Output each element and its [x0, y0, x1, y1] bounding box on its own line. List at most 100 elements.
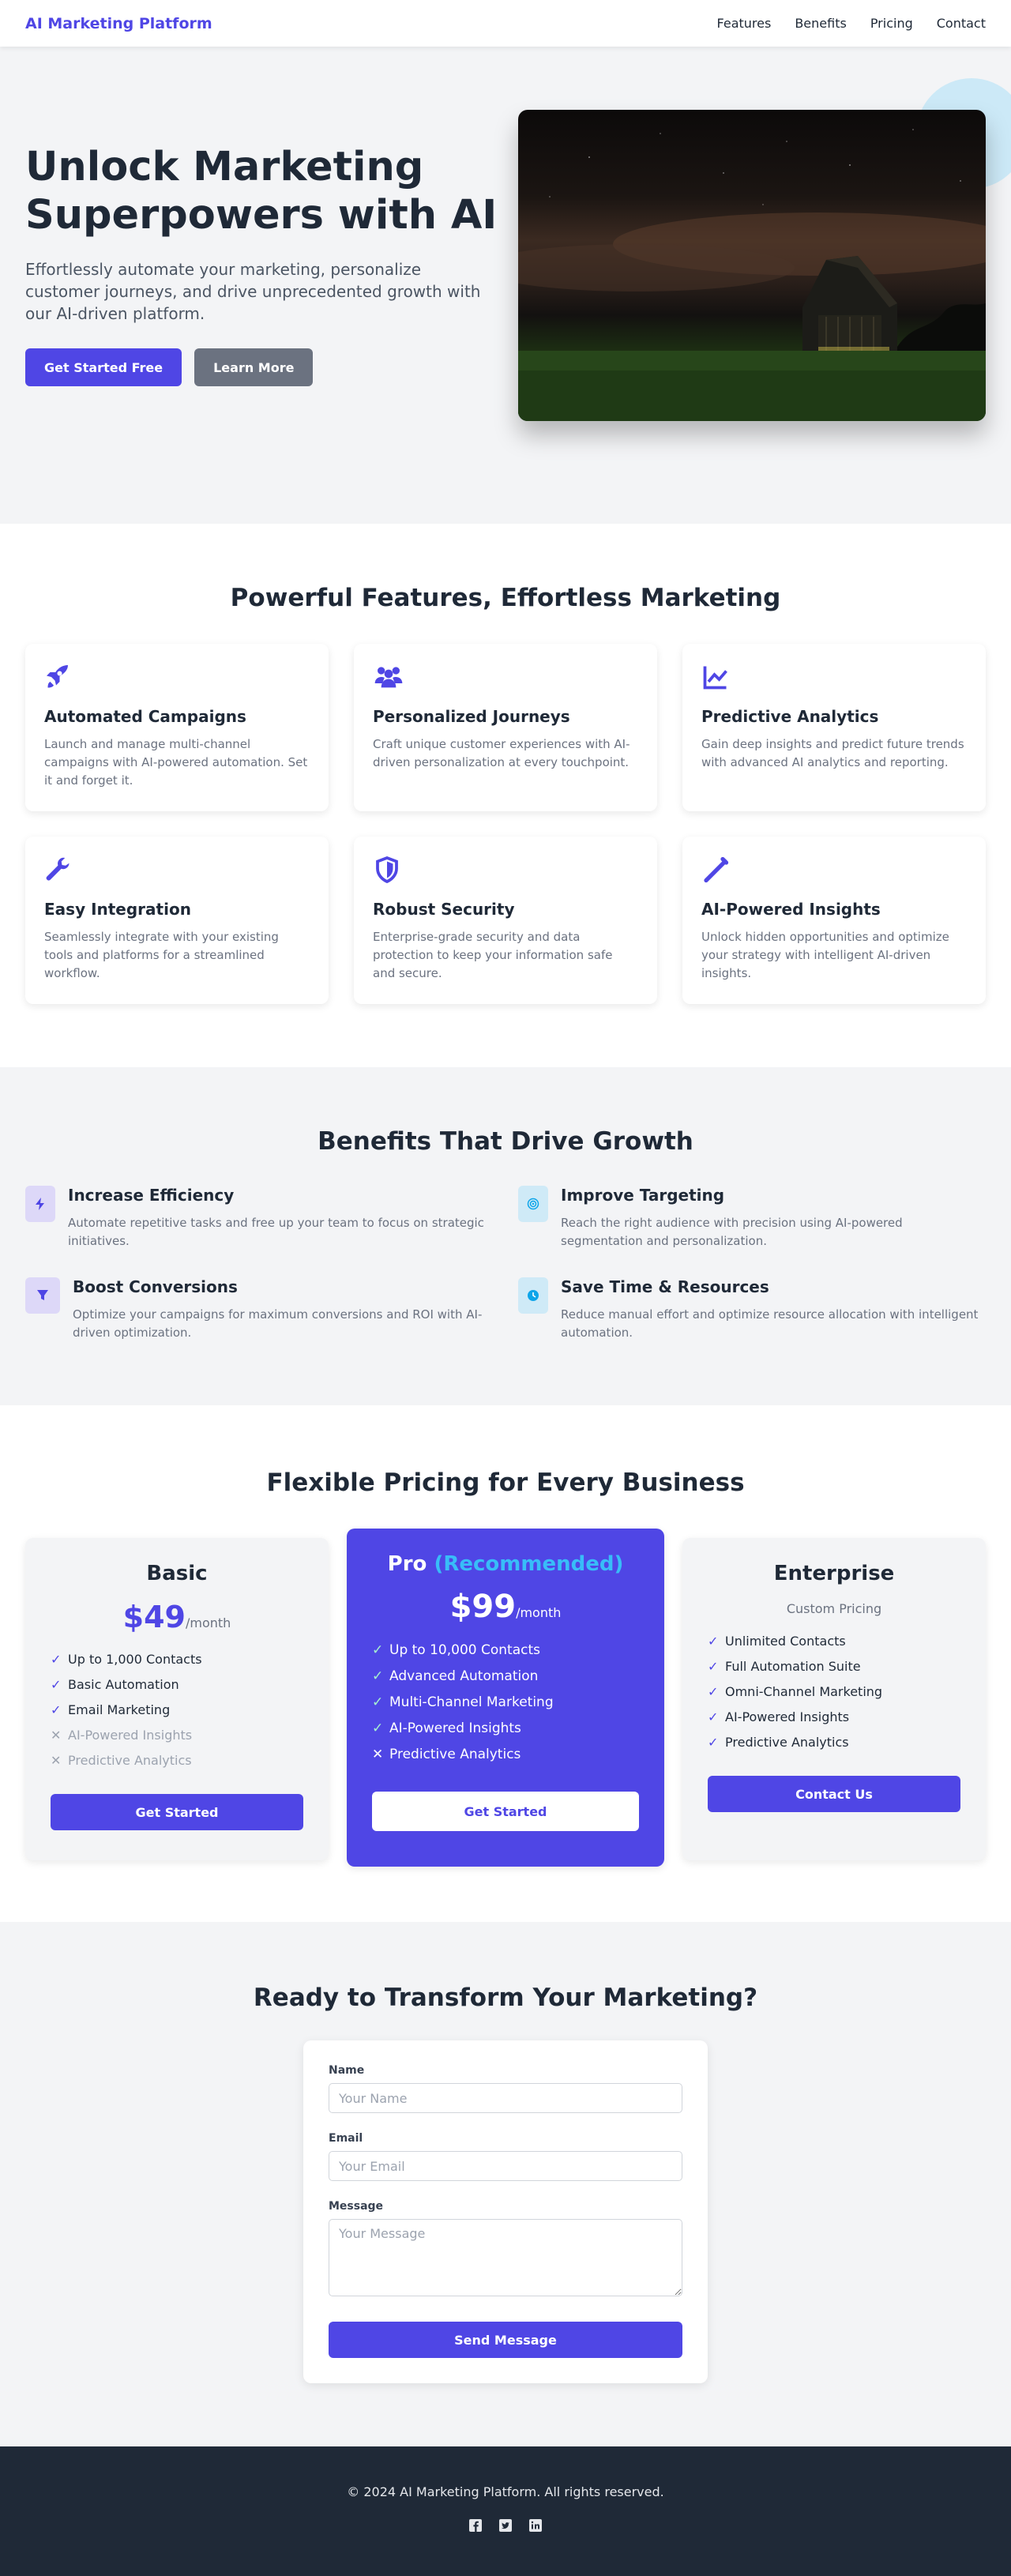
benefit-title: Increase Efficiency [68, 1186, 235, 1205]
nav-link-features[interactable]: Features [717, 16, 772, 31]
contact-title: Ready to Transform Your Marketing? [253, 1984, 758, 2012]
name-label: Name [329, 2064, 365, 2077]
feature-title: Predictive Analytics [701, 707, 879, 726]
contact-section: Ready to Transform Your Marketing? Name … [0, 1922, 1011, 2446]
bolt-icon [25, 1186, 55, 1222]
hero-section: Unlock Marketing Superpowers with AI Eff… [0, 47, 1011, 524]
custom-pricing-text: Custom Pricing [786, 1601, 882, 1616]
pricing-title: Flexible Pricing for Every Business [266, 1469, 745, 1497]
check-icon: ✓ [708, 1659, 719, 1674]
footer: © 2024 AI Marketing Platform. All rights… [0, 2446, 1011, 2576]
x-icon: ✕ [372, 1747, 384, 1762]
plan-feature: ✕ Predictive Analytics [372, 1747, 521, 1762]
feature-card: Robust Security Enterprise-grade securit… [354, 837, 657, 1004]
pricing-section: Flexible Pricing for Every Business Basi… [0, 1405, 1011, 1922]
benefits-title: Benefits That Drive Growth [318, 1127, 693, 1156]
plan-feature: ✕ AI-Powered Insights [51, 1728, 193, 1743]
plan-price: $99/month [449, 1589, 562, 1625]
feature-text: Enterprise-grade security and data prote… [373, 930, 613, 980]
pricing-grid: Basic $49/month ✓ Up to 1,000 Contacts ✓ B… [25, 1529, 986, 1867]
email-label: Email [329, 2132, 363, 2145]
feature-text: Unlock hidden opportunities and optimize… [701, 930, 949, 980]
benefit-item: Improve Targeting Reach the right audien… [518, 1186, 986, 1250]
brand-logo[interactable]: AI Marketing Platform [25, 15, 212, 32]
pricing-card-basic: Basic $49/month ✓ Up to 1,000 Contacts ✓ B… [25, 1538, 329, 1860]
nav-link-benefits[interactable]: Benefits [795, 16, 847, 31]
benefit-title: Boost Conversions [73, 1277, 238, 1296]
email-input[interactable] [329, 2151, 682, 2181]
check-icon: ✓ [51, 1677, 62, 1692]
feature-text: Seamlessly integrate with your existing … [44, 930, 279, 980]
feature-text: Craft unique customer experiences with A… [373, 737, 630, 769]
shield-icon [373, 854, 404, 886]
feature-title: Automated Campaigns [44, 707, 246, 726]
benefit-text: Automate repetitive tasks and free up yo… [68, 1216, 484, 1248]
message-textarea[interactable] [329, 2219, 682, 2296]
check-icon: ✓ [372, 1642, 384, 1658]
features-section: Powerful Features, Effortless Marketing … [0, 524, 1011, 1067]
plan-name: Pro (Recommended) [387, 1552, 624, 1576]
plan-feature-list: ✓ Unlimited Contacts ✓ Full Automation Sui… [708, 1634, 960, 1751]
learn-more-button[interactable]: Learn More [194, 348, 314, 386]
feature-title: Personalized Journeys [373, 707, 570, 726]
social-links [0, 2518, 1011, 2533]
feature-title: Easy Integration [44, 900, 191, 919]
magic-wand-icon [701, 854, 733, 886]
benefit-item: Save Time & Resources Reduce manual effo… [518, 1277, 986, 1342]
plan-feature: ✓ Predictive Analytics [708, 1735, 849, 1750]
contact-form: Name Email Message Send Message [303, 2040, 708, 2383]
benefit-grid: Increase Efficiency Automate repetitive … [25, 1186, 986, 1342]
plan-feature: ✓ Omni-Channel Marketing [708, 1684, 883, 1699]
plan-name: Enterprise [773, 1562, 895, 1585]
x-icon: ✕ [51, 1753, 62, 1768]
plan-feature: ✓ Email Marketing [51, 1702, 171, 1717]
wrench-icon [44, 854, 76, 886]
navbar: AI Marketing Platform Features Benefits … [0, 0, 1011, 47]
linkedin-icon[interactable] [528, 2518, 543, 2533]
message-label: Message [329, 2200, 384, 2213]
clock-icon [518, 1277, 548, 1314]
contact-us-button[interactable]: Contact Us [708, 1776, 960, 1812]
plan-feature: ✓ Advanced Automation [372, 1668, 539, 1684]
copyright-text: © 2024 AI Marketing Platform. All rights… [347, 2484, 664, 2499]
basic-get-started-button[interactable]: Get Started [51, 1794, 303, 1830]
send-message-button[interactable]: Send Message [329, 2322, 682, 2358]
hero-image-barn-night [518, 110, 986, 421]
check-icon: ✓ [372, 1668, 384, 1684]
plan-feature: ✓ Multi-Channel Marketing [372, 1694, 554, 1710]
features-title: Powerful Features, Effortless Marketing [230, 584, 781, 612]
nav-link-contact[interactable]: Contact [937, 16, 986, 31]
twitter-icon[interactable] [498, 2518, 513, 2533]
benefit-title: Improve Targeting [561, 1186, 725, 1205]
plan-feature: ✓ Basic Automation [51, 1677, 179, 1692]
benefit-title: Save Time & Resources [561, 1277, 769, 1296]
feature-card: Predictive Analytics Gain deep insights … [682, 644, 986, 811]
check-icon: ✓ [708, 1684, 719, 1699]
pro-get-started-button[interactable]: Get Started [372, 1792, 639, 1831]
feature-title: AI-Powered Insights [701, 900, 881, 919]
rocket-icon [44, 661, 76, 693]
facebook-icon[interactable] [468, 2518, 483, 2533]
feature-card: AI-Powered Insights Unlock hidden opport… [682, 837, 986, 1004]
hero-text: Unlock Marketing Superpowers with AI Eff… [25, 47, 499, 421]
target-icon [518, 1186, 548, 1222]
benefit-text: Optimize your campaigns for maximum conv… [73, 1307, 483, 1340]
chart-line-icon [701, 661, 733, 693]
feature-card: Easy Integration Seamlessly integrate wi… [25, 837, 329, 1004]
x-icon: ✕ [51, 1728, 62, 1743]
plan-price: $49/month [122, 1600, 231, 1634]
funnel-icon [25, 1277, 60, 1314]
name-input[interactable] [329, 2083, 682, 2113]
plan-name: Basic [146, 1562, 208, 1585]
check-icon: ✓ [372, 1694, 384, 1710]
plan-feature-list: ✓ Up to 1,000 Contacts ✓ Basic Automation … [51, 1652, 303, 1769]
nav-link-pricing[interactable]: Pricing [870, 16, 913, 31]
plan-period: /month [186, 1615, 231, 1630]
benefit-item: Increase Efficiency Automate repetitive … [25, 1186, 493, 1250]
plan-period: /month [516, 1605, 562, 1620]
users-icon [373, 661, 404, 693]
check-icon: ✓ [51, 1702, 62, 1717]
plan-feature: ✕ Predictive Analytics [51, 1753, 192, 1768]
plan-feature-list: ✓ Up to 10,000 Contacts ✓ Advanced Automat… [372, 1642, 639, 1762]
get-started-free-button[interactable]: Get Started Free [25, 348, 182, 386]
